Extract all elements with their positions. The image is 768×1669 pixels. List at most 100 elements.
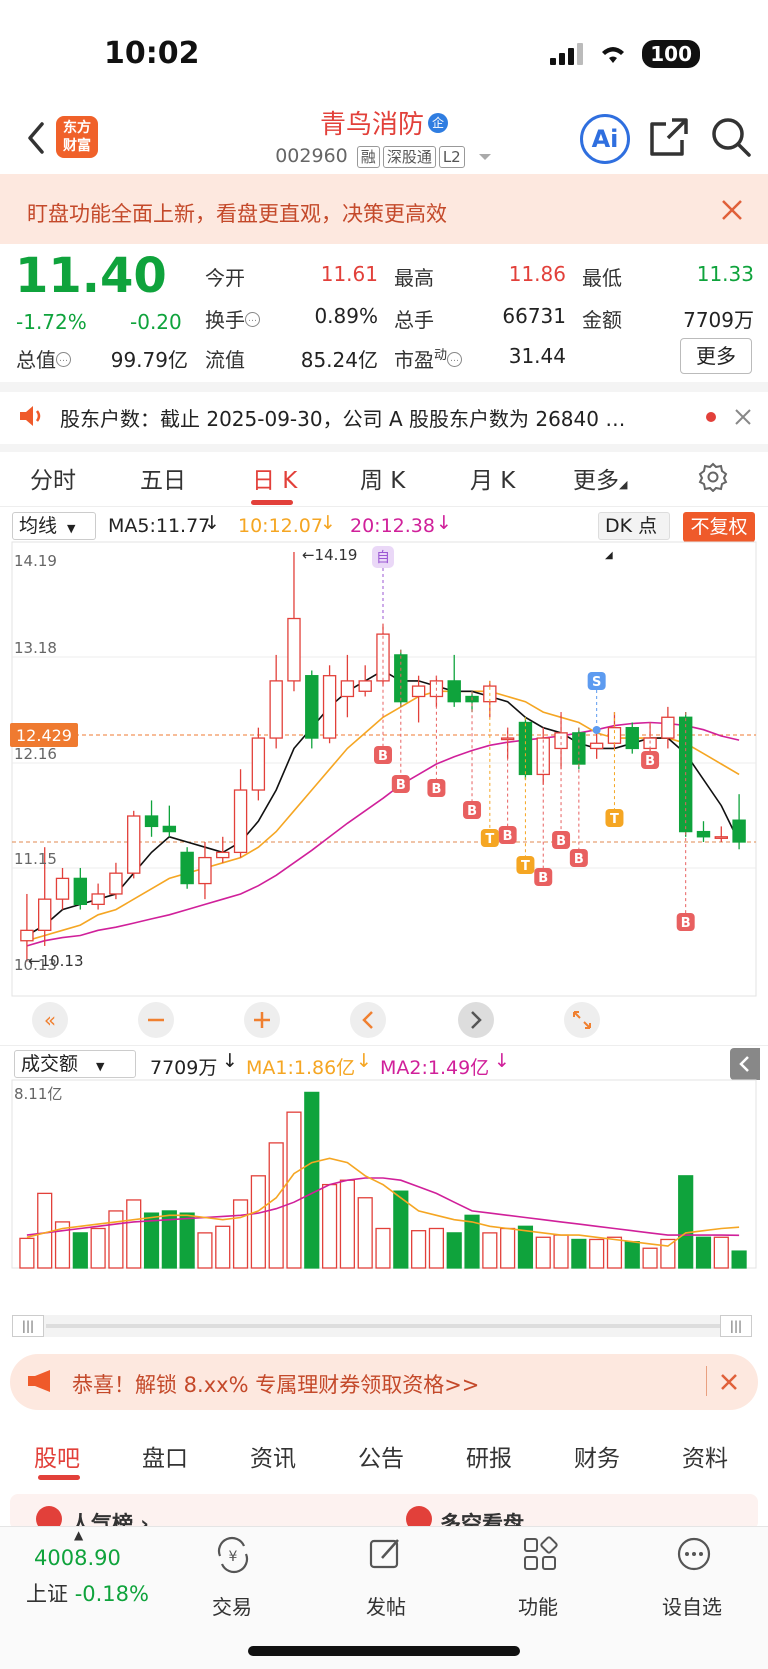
ai-button[interactable]: Ai bbox=[580, 114, 630, 164]
nav-functions[interactable]: 功能 bbox=[488, 1591, 588, 1620]
tab-more[interactable]: 更多◢ bbox=[573, 461, 627, 495]
tab-finance[interactable]: 财务 bbox=[574, 1439, 620, 1473]
index-change: -0.18% bbox=[74, 1582, 149, 1606]
candle-body bbox=[607, 727, 622, 744]
tab-forum[interactable]: 股吧 bbox=[34, 1439, 80, 1473]
close-icon[interactable] bbox=[720, 198, 744, 222]
tab-profile[interactable]: 资料 bbox=[682, 1439, 728, 1473]
current-price-label: 12.429 bbox=[16, 726, 72, 745]
more-dots-icon[interactable] bbox=[676, 1536, 712, 1572]
down-arrow-icon: ↓ bbox=[222, 1050, 238, 1072]
megaphone-icon bbox=[28, 1370, 50, 1392]
down-arrow-icon: ↓ bbox=[320, 512, 336, 534]
tab-announcements[interactable]: 公告 bbox=[358, 1439, 404, 1473]
volume-bar bbox=[375, 1227, 391, 1269]
candle-body bbox=[500, 737, 515, 741]
scroll-left-button[interactable] bbox=[350, 1002, 386, 1038]
ma-select[interactable]: 均线 ▼ bbox=[12, 512, 96, 540]
nav-add-watchlist[interactable]: 设自选 bbox=[642, 1591, 742, 1620]
pe-label: 市盈动… bbox=[394, 344, 463, 373]
nav-post[interactable]: 发帖 bbox=[336, 1591, 436, 1620]
signal-tag-label: T bbox=[610, 812, 619, 827]
volume-bar bbox=[482, 1232, 498, 1269]
volume-bar bbox=[268, 1142, 284, 1269]
adjust-button[interactable]: 不复权 bbox=[683, 512, 755, 542]
section-divider bbox=[0, 382, 768, 392]
zoom-in-button[interactable] bbox=[244, 1002, 280, 1038]
tab-research[interactable]: 研报 bbox=[466, 1439, 512, 1473]
candle-body bbox=[589, 742, 604, 750]
close-icon[interactable] bbox=[734, 408, 752, 426]
chart-scrollbar[interactable]: ||| ||| bbox=[12, 1315, 752, 1337]
info-icon[interactable]: … bbox=[56, 352, 71, 367]
signal-tag-label: B bbox=[556, 834, 566, 849]
share-icon[interactable] bbox=[648, 116, 690, 158]
volume-bar bbox=[411, 1230, 427, 1269]
tag-margin: 融 bbox=[356, 146, 380, 168]
volume-bar bbox=[500, 1227, 516, 1269]
volume-bar bbox=[695, 1236, 712, 1269]
low-marker: ←10.13 bbox=[28, 952, 84, 970]
dk-select-label: DK 点 bbox=[605, 515, 658, 537]
volume-divider bbox=[0, 1045, 768, 1046]
scroll-right-button[interactable] bbox=[458, 1002, 494, 1038]
price-axis-label: 11.15 bbox=[14, 850, 57, 868]
scroll-track bbox=[46, 1324, 720, 1328]
volume-bar bbox=[446, 1232, 462, 1269]
more-button[interactable]: 更多 bbox=[680, 338, 752, 374]
tab-orderbook[interactable]: 盘口 bbox=[142, 1439, 188, 1473]
total-cap-value: 99.79亿 bbox=[110, 348, 188, 372]
compose-icon[interactable] bbox=[368, 1536, 404, 1572]
volume-bar bbox=[642, 1247, 658, 1269]
apps-icon[interactable] bbox=[522, 1536, 558, 1572]
volume-chart[interactable]: 8.11亿20250828202509162025101320251030 bbox=[0, 1078, 768, 1278]
trade-icon[interactable]: ¥ bbox=[214, 1536, 252, 1574]
tab-monthly-k[interactable]: 月 K bbox=[470, 461, 515, 495]
candle-body bbox=[198, 856, 212, 885]
volume-bar bbox=[37, 1192, 53, 1269]
index-row[interactable]: 上证 -0.18% bbox=[26, 1578, 149, 1608]
status-icons: 100 bbox=[550, 40, 700, 68]
candle-body bbox=[322, 675, 337, 739]
info-icon[interactable]: … bbox=[447, 352, 463, 367]
settings-icon[interactable] bbox=[698, 462, 728, 492]
open-value: 11.61 bbox=[320, 262, 378, 286]
volume-label: 总手 bbox=[394, 308, 434, 332]
turnover-value: 0.89% bbox=[314, 304, 378, 328]
tab-five-day[interactable]: 五日 bbox=[140, 461, 186, 495]
signal-tag-label: B bbox=[431, 782, 441, 797]
scroll-handle-left[interactable]: ||| bbox=[12, 1315, 44, 1337]
volume-select[interactable]: 成交额 ▼ bbox=[14, 1050, 136, 1078]
signal-tag-label: T bbox=[485, 832, 494, 847]
notice-text[interactable]: 股东户数：截止 2025-09-30，公司 A 股股东户数为 26840 … bbox=[60, 403, 680, 432]
total-cap-label-text: 总值 bbox=[16, 348, 56, 372]
double-chevron-left-icon: « bbox=[44, 1008, 56, 1032]
close-icon[interactable] bbox=[720, 1373, 738, 1391]
index-value[interactable]: 4008.90 bbox=[34, 1546, 121, 1570]
scroll-handle-right[interactable]: ||| bbox=[720, 1315, 752, 1337]
first-page-button[interactable]: « bbox=[32, 1002, 68, 1038]
tab-intraday[interactable]: 分时 bbox=[30, 461, 76, 495]
candle-body bbox=[216, 851, 230, 859]
tab-daily-k[interactable]: 日 K bbox=[252, 461, 297, 495]
fullscreen-button[interactable] bbox=[564, 1002, 600, 1038]
search-icon[interactable] bbox=[710, 116, 752, 158]
candle-body bbox=[732, 819, 746, 843]
collapse-button[interactable] bbox=[730, 1048, 760, 1080]
low-label: 最低 bbox=[582, 266, 622, 290]
candle-body bbox=[162, 825, 177, 833]
zoom-out-button[interactable] bbox=[138, 1002, 174, 1038]
candle-body bbox=[20, 929, 34, 942]
svg-text:¥: ¥ bbox=[229, 1549, 238, 1565]
sell-signal-dot bbox=[592, 726, 601, 734]
low-value: 11.33 bbox=[696, 262, 754, 286]
dk-select[interactable]: DK 点◢ bbox=[598, 512, 670, 561]
tab-weekly-k[interactable]: 周 K bbox=[360, 461, 405, 495]
volume-bar bbox=[108, 1210, 124, 1269]
tab-news[interactable]: 资讯 bbox=[250, 1439, 296, 1473]
volume-bar bbox=[126, 1199, 142, 1269]
nav-trade[interactable]: 交易 bbox=[182, 1591, 282, 1620]
signal-tag-label: T bbox=[521, 859, 530, 874]
info-icon[interactable]: … bbox=[245, 312, 260, 327]
kline-chart[interactable]: 12.429 自BB BBB BBBBTTTBS 14.1913.1812.1611… bbox=[0, 540, 768, 1045]
